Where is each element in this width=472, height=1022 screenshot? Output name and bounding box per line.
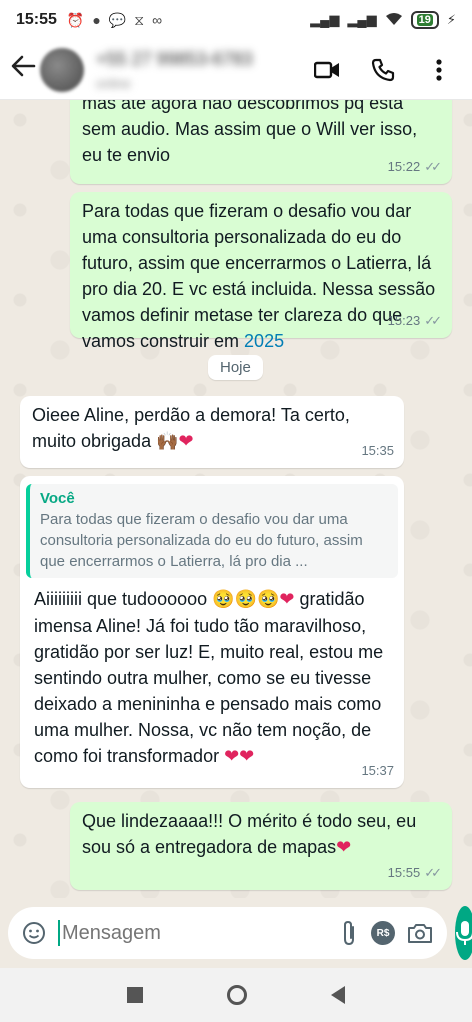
- contact-info[interactable]: +55 27 99853-6783 online: [96, 49, 312, 91]
- charging-icon: ⚡: [446, 12, 456, 27]
- payment-icon[interactable]: R$: [371, 921, 395, 945]
- quote-text: Para todas que fizeram o desafio vou dar…: [40, 511, 363, 570]
- message-bubble-outgoing[interactable]: Para todas que fizeram o desafio vou dar…: [70, 192, 452, 351]
- message-text: mas até agora não descobrimos pq esta se…: [82, 100, 418, 165]
- clapping-hands-emoji: 🙌🏾: [156, 431, 179, 452]
- read-receipt-icon: ✓✓: [424, 865, 442, 880]
- message-bubble-outgoing[interactable]: mas até agora não descobrimos pq esta se…: [70, 100, 452, 184]
- back-nav-icon[interactable]: [331, 986, 345, 1004]
- message-meta: 15:22 ✓✓: [388, 154, 442, 180]
- heart-emoji: ❤❤: [224, 746, 255, 766]
- voicemail-icon: ∞: [152, 12, 163, 28]
- message-meta: 15:23 ✓✓: [388, 308, 442, 334]
- notification-dot-icon: ●: [92, 12, 101, 28]
- read-receipt-icon: ✓✓: [424, 159, 442, 174]
- message-text: Para todas que fizeram o desafio vou dar…: [82, 201, 436, 351]
- video-call-icon[interactable]: [312, 55, 342, 85]
- sync-icon: ⧖: [134, 11, 145, 28]
- status-bar: 15:55 ⏰ ● 💬 ⧖ ∞ ▂▄▆ ▂▄▆ 19 ⚡: [0, 0, 472, 40]
- avatar[interactable]: [40, 47, 84, 92]
- more-vert-icon[interactable]: [424, 55, 454, 85]
- emoji-icon[interactable]: [22, 921, 46, 945]
- alarm-icon: ⏰: [66, 11, 85, 28]
- battery-icon: 19: [410, 11, 439, 29]
- status-time: 15:55: [16, 11, 57, 28]
- message-time: 15:35: [361, 443, 394, 458]
- contact-status: online: [96, 75, 131, 91]
- signal-icon: ▂▄▆: [310, 12, 340, 27]
- arrow-left-icon[interactable]: [10, 53, 40, 86]
- notification-icons: ⏰ ● 💬 ⧖ ∞: [67, 12, 162, 29]
- composer-bar: R$: [0, 898, 472, 968]
- message-link[interactable]: 2025: [244, 331, 284, 351]
- message-text: Aiiiiiiiii que tudoooooo: [34, 589, 208, 609]
- contact-name: +55 27 99853-6783: [96, 48, 253, 69]
- chat-area[interactable]: mas até agora não descobrimos pq esta se…: [0, 100, 472, 898]
- message-meta: 15:37: [361, 758, 394, 784]
- signal-icon-2: ▂▄▆: [347, 12, 377, 27]
- message-meta: 15:55 ✓✓: [388, 860, 442, 886]
- battery-level: 19: [416, 14, 433, 26]
- quoted-message[interactable]: Você Para todas que fizeram o desafio vo…: [26, 484, 398, 578]
- header-actions: [312, 55, 462, 85]
- message-composer: R$: [8, 907, 447, 959]
- home-icon[interactable]: [227, 985, 247, 1005]
- message-text: Que lindezaaaa!!! O mérito é todo seu, e…: [82, 811, 417, 857]
- phone-icon[interactable]: [368, 55, 398, 85]
- chat-icon: 💬: [108, 11, 127, 28]
- chat-header: +55 27 99853-6783 online: [0, 40, 472, 100]
- recents-icon[interactable]: [127, 987, 143, 1003]
- camera-icon[interactable]: [407, 922, 433, 944]
- message-time: 15:23: [387, 313, 421, 328]
- heart-emoji: ❤: [279, 589, 295, 609]
- paperclip-icon[interactable]: [339, 920, 359, 946]
- wifi-icon: [385, 12, 403, 29]
- message-text-continued: gratidão imensa Aline! Já foi tudo tão m…: [34, 589, 384, 766]
- message-bubble-incoming[interactable]: Oieee Aline, perdão a demora! Ta certo, …: [20, 396, 404, 468]
- mic-icon[interactable]: [455, 906, 472, 960]
- system-icons: ▂▄▆ ▂▄▆ 19 ⚡: [310, 11, 456, 29]
- message-input[interactable]: [58, 920, 327, 946]
- heart-emoji: ❤: [178, 431, 194, 451]
- message-time: 15:55: [387, 865, 421, 880]
- message-time: 15:22: [387, 159, 421, 174]
- message-time: 15:37: [361, 763, 394, 778]
- message-meta: 15:35: [361, 438, 394, 464]
- message-bubble-outgoing[interactable]: Que lindezaaaa!!! O mérito é todo seu, e…: [70, 802, 452, 890]
- quote-author: Você: [40, 490, 75, 507]
- date-separator: Hoje: [208, 355, 263, 380]
- pleading-face-emoji: 🥹🥹🥹: [212, 589, 280, 610]
- message-bubble-incoming[interactable]: Você Para todas que fizeram o desafio vo…: [20, 476, 404, 788]
- system-nav-bar: [0, 968, 472, 1022]
- read-receipt-icon: ✓✓: [424, 313, 442, 328]
- heart-emoji: ❤: [336, 837, 352, 857]
